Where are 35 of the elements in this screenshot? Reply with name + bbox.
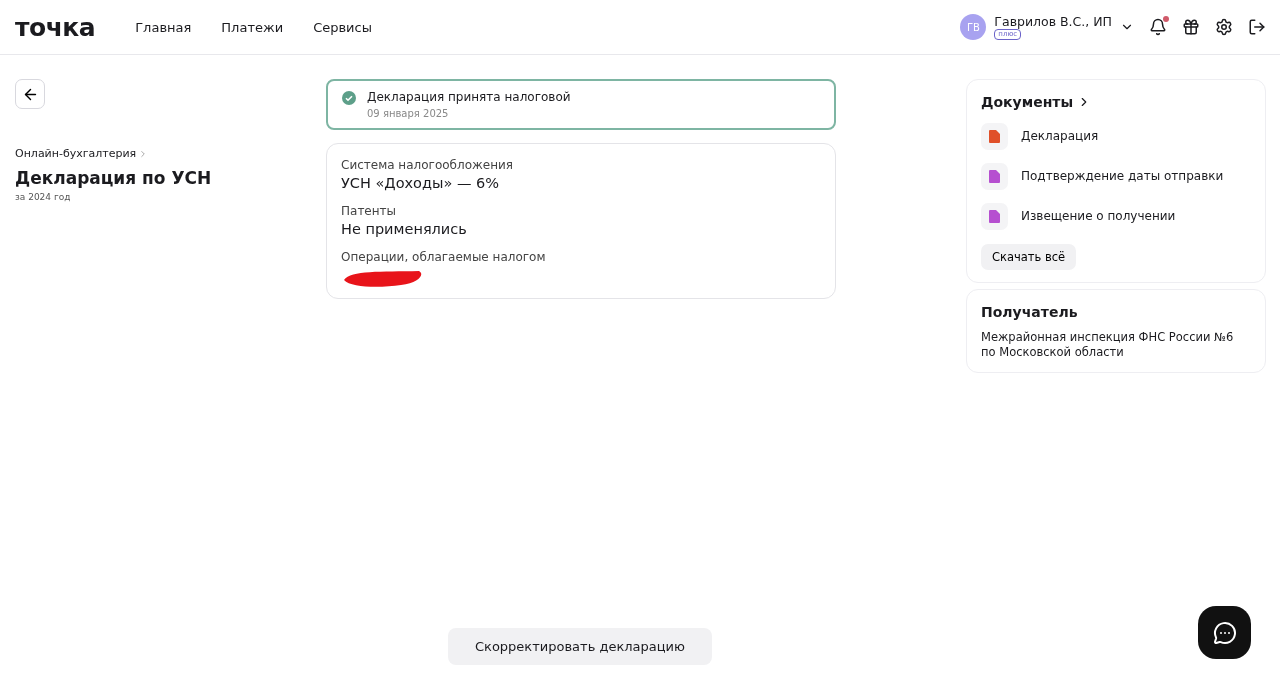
settings-button[interactable] bbox=[1215, 18, 1233, 36]
document-link[interactable]: Извещение о получении bbox=[981, 196, 1251, 236]
gift-button[interactable] bbox=[1182, 18, 1200, 36]
file-icon bbox=[989, 169, 1000, 183]
breadcrumb-link[interactable]: Онлайн-бухгалтерия bbox=[15, 147, 326, 160]
detail-value: УСН «Доходы» — 6% bbox=[341, 175, 501, 191]
logo[interactable]: точка bbox=[15, 12, 96, 42]
detail-label: Система налогообложения bbox=[341, 158, 515, 172]
notifications-button[interactable] bbox=[1149, 18, 1167, 36]
documents-title[interactable]: Документы bbox=[981, 94, 1074, 110]
page-subtitle: за 2024 год bbox=[15, 192, 72, 202]
nav-link[interactable]: Сервисы bbox=[313, 19, 372, 35]
detail-label: Патенты bbox=[341, 204, 398, 218]
chat-icon bbox=[1212, 620, 1237, 645]
detail-label: Операции, облагаемые налогом bbox=[341, 250, 547, 264]
correct-declaration-button[interactable]: Скорректировать декларацию bbox=[448, 628, 712, 665]
back-button[interactable] bbox=[15, 79, 45, 109]
nav-link[interactable]: Платежи bbox=[221, 19, 284, 35]
file-icon bbox=[989, 209, 1000, 223]
download-all-button[interactable]: Скачать всё bbox=[981, 244, 1077, 270]
nav-link[interactable]: Главная bbox=[135, 19, 192, 35]
page-title: Декларация по УСН bbox=[15, 168, 213, 188]
status-title: Декларация принята налоговой bbox=[367, 90, 571, 104]
logout-button[interactable] bbox=[1248, 18, 1266, 36]
document-link[interactable]: Подтверждение даты отправки bbox=[981, 156, 1251, 196]
avatar: ГВ bbox=[960, 14, 987, 40]
recipient-text: Межрайонная инспекция ФНС России №6 по Московской области bbox=[981, 330, 1235, 360]
document-link[interactable]: Декларация bbox=[981, 116, 1251, 156]
file-icon bbox=[989, 129, 1000, 143]
status-date: 09 января 2025 bbox=[367, 108, 450, 119]
chat-button[interactable] bbox=[1198, 606, 1251, 659]
check-circle-icon bbox=[342, 91, 356, 105]
detail-value: Не применялись bbox=[341, 221, 468, 237]
recipient-title: Получатель bbox=[981, 304, 1078, 320]
user-name[interactable]: Гаврилов В.С., ИП bbox=[994, 14, 1112, 29]
